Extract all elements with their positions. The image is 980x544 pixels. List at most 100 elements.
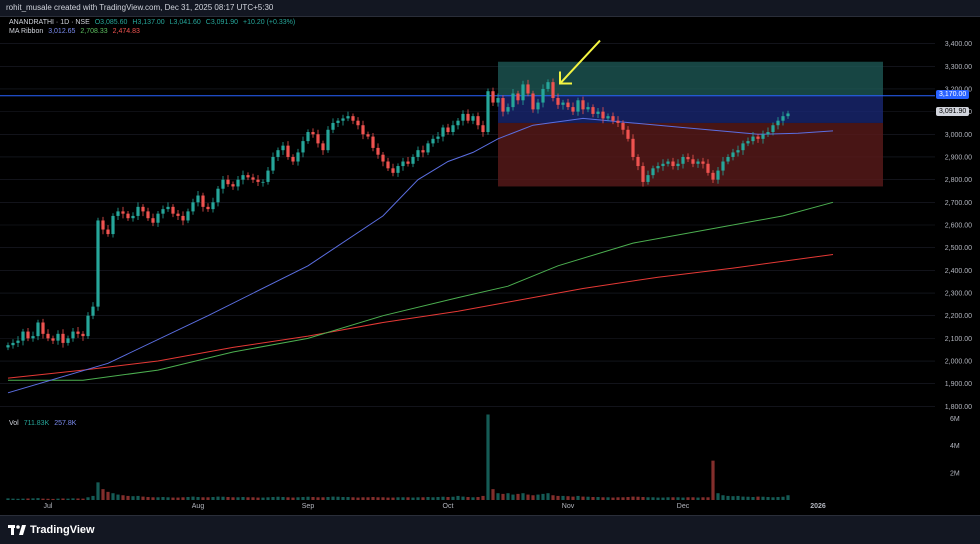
volume-bar bbox=[411, 497, 415, 500]
candle-body bbox=[346, 116, 350, 119]
candle-body bbox=[571, 107, 575, 112]
candle-body bbox=[536, 102, 540, 110]
time-axis[interactable]: Jul Aug Sep Oct Nov Dec 2026 bbox=[44, 503, 826, 510]
volume-bar bbox=[291, 497, 295, 500]
candle-body bbox=[91, 306, 95, 316]
candle-body bbox=[31, 336, 35, 339]
volume-bar bbox=[56, 498, 60, 500]
volume-bar bbox=[701, 497, 705, 500]
volume-legend[interactable]: Vol 711.83K 257.8K bbox=[9, 420, 79, 427]
candle-body bbox=[351, 116, 355, 121]
volume-bar bbox=[731, 496, 735, 500]
symbol-legend[interactable]: ANANDRATHI · 1D · NSE O3,085.60 H3,137.0… bbox=[9, 19, 298, 26]
volume-bar bbox=[536, 494, 540, 500]
candle-body bbox=[116, 211, 120, 216]
volume-bar bbox=[246, 497, 250, 500]
tradingview-logo[interactable]: TradingView bbox=[8, 523, 95, 537]
volume-bar bbox=[241, 497, 245, 500]
candle-body bbox=[681, 156, 685, 164]
candle-body bbox=[771, 125, 775, 133]
candle-body bbox=[206, 206, 210, 210]
volume-bar bbox=[631, 496, 635, 500]
candle-body bbox=[546, 82, 550, 89]
candle-body bbox=[266, 170, 270, 182]
volume-bar bbox=[591, 497, 595, 500]
candle-body bbox=[581, 100, 585, 110]
time-tick-label: Sep bbox=[302, 503, 315, 510]
volume-bar bbox=[71, 498, 75, 500]
volume-bar bbox=[266, 497, 270, 500]
volume-bar bbox=[511, 494, 515, 500]
candle-body bbox=[96, 220, 100, 307]
volume-bar bbox=[596, 497, 600, 500]
candle-body bbox=[81, 333, 85, 337]
price-tick-label: 2,800.00 bbox=[945, 177, 972, 184]
candle-body bbox=[466, 113, 470, 121]
candle-body bbox=[441, 127, 445, 137]
price-chart[interactable]: 1,800.00 1,900.00 2,000.00 2,100.00 2,200.00… bbox=[0, 0, 980, 543]
candle-body bbox=[231, 184, 235, 187]
volume-bar bbox=[281, 497, 285, 500]
candle-body bbox=[506, 107, 510, 112]
volume-bar bbox=[376, 497, 380, 500]
ohlc-high: H3,137.00 bbox=[132, 19, 165, 26]
volume-bar bbox=[276, 496, 280, 500]
candle-body bbox=[511, 93, 515, 108]
volume-bar bbox=[81, 498, 85, 500]
volume-bar bbox=[146, 497, 150, 500]
candle-body bbox=[636, 156, 640, 167]
volume-bar bbox=[391, 497, 395, 500]
candle-body bbox=[746, 141, 750, 144]
candle-body bbox=[381, 154, 385, 162]
candle-body bbox=[166, 206, 170, 210]
volume-bar bbox=[521, 493, 525, 500]
last-price-label[interactable]: 3,091.90 bbox=[936, 107, 970, 117]
candle-body bbox=[121, 211, 125, 214]
candle-body bbox=[396, 166, 400, 173]
volume-bar bbox=[171, 497, 175, 500]
volume-bar bbox=[611, 497, 615, 500]
candle-body bbox=[666, 161, 670, 164]
candle-body bbox=[51, 338, 55, 341]
candle-body bbox=[726, 156, 730, 162]
time-tick-label: Aug bbox=[192, 503, 205, 510]
volume-bar bbox=[116, 494, 120, 500]
price-tick-label: 3,400.00 bbox=[945, 41, 972, 48]
tradingview-logo-icon bbox=[8, 525, 26, 535]
candle-body bbox=[751, 136, 755, 142]
candle-body bbox=[236, 179, 240, 187]
zone-upper bbox=[498, 61, 883, 96]
price-tick-label: 2,200.00 bbox=[945, 313, 972, 320]
candle-body bbox=[271, 156, 275, 171]
volume-bar bbox=[486, 414, 490, 500]
candle-body bbox=[331, 122, 335, 130]
candle-body bbox=[471, 116, 475, 121]
volume-bar bbox=[541, 493, 545, 500]
symbol-name[interactable]: ANANDRATHI · 1D · NSE bbox=[9, 19, 90, 26]
candle-body bbox=[426, 143, 430, 153]
candle-body bbox=[716, 170, 720, 180]
ma-legend[interactable]: MA Ribbon 3,012.65 2,708.33 2,474.83 bbox=[9, 28, 143, 35]
volume-bar bbox=[736, 495, 740, 500]
volume-bar bbox=[716, 493, 720, 500]
candle-body bbox=[406, 161, 410, 164]
ma-fast-value: 3,012.65 bbox=[48, 28, 76, 35]
candle-body bbox=[341, 118, 345, 121]
candle-body bbox=[551, 82, 555, 99]
volume-bar bbox=[396, 497, 400, 500]
price-tick-label: 3,300.00 bbox=[945, 64, 972, 71]
volume-bar bbox=[206, 497, 210, 500]
candle-body bbox=[106, 229, 110, 235]
volume-bar bbox=[506, 493, 510, 500]
volume-bar bbox=[626, 497, 630, 500]
candle-body bbox=[216, 188, 220, 203]
candle-body bbox=[146, 211, 150, 219]
candle-body bbox=[641, 166, 645, 182]
ma-legend-title[interactable]: MA Ribbon bbox=[9, 28, 43, 35]
level-price-label[interactable]: 3,170.00 bbox=[936, 89, 970, 99]
volume-bar bbox=[656, 497, 660, 500]
candle-body bbox=[361, 125, 365, 135]
volume-bar bbox=[321, 497, 325, 500]
volume-legend-title[interactable]: Vol bbox=[9, 420, 19, 427]
candle-body bbox=[191, 202, 195, 212]
